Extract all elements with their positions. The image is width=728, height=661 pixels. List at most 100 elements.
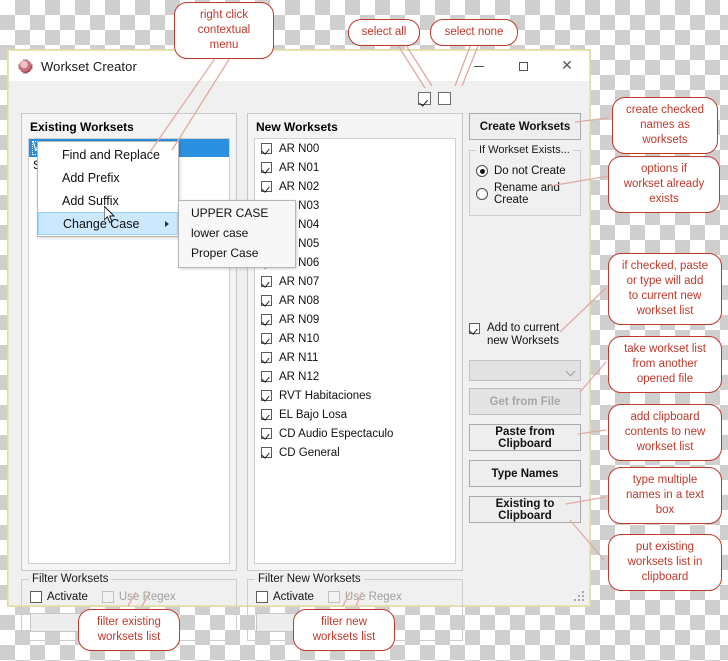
callout-options-if-exists: options if workset already exists bbox=[608, 156, 720, 213]
checkbox-label: Use Regex bbox=[118, 591, 176, 603]
filter-worksets-label: Filter Worksets bbox=[29, 573, 112, 585]
maximize-button[interactable] bbox=[501, 51, 545, 81]
checkbox-icon[interactable] bbox=[261, 162, 272, 173]
type-names-button[interactable]: Type Names bbox=[469, 460, 581, 487]
new-workset-label: AR N10 bbox=[279, 332, 320, 345]
new-workset-row[interactable]: AR N07 bbox=[255, 272, 455, 291]
checkbox-icon bbox=[101, 591, 114, 603]
resize-grip[interactable] bbox=[574, 591, 585, 602]
filter-new-worksets-checks: Activate Use Regex bbox=[256, 591, 402, 603]
new-workset-row[interactable]: AR N02 bbox=[255, 177, 455, 196]
callout-text: select none bbox=[444, 26, 504, 38]
new-workset-row[interactable]: CD General bbox=[255, 443, 455, 462]
new-workset-label: AR N00 bbox=[279, 142, 320, 155]
new-workset-row[interactable]: AR N09 bbox=[255, 310, 455, 329]
menu-item-add-prefix[interactable]: Add Prefix bbox=[38, 166, 178, 189]
select-none-checkbox[interactable] bbox=[438, 92, 451, 105]
get-from-file-button[interactable]: Get from File bbox=[469, 388, 581, 415]
menu-item-find-and-replace[interactable]: Find and Replace bbox=[38, 143, 178, 166]
new-workset-row[interactable]: AR N00 bbox=[255, 139, 455, 158]
filter-new-activate-checkbox[interactable]: Activate bbox=[256, 591, 314, 603]
callout-right-click-menu: right click contextual menu bbox=[174, 2, 274, 59]
actions-column: Create Worksets If Workset Exists... Do … bbox=[469, 113, 581, 523]
new-workset-row[interactable]: AR N10 bbox=[255, 329, 455, 348]
radio-label: Do not Create bbox=[494, 165, 566, 177]
filter-existing-regex-checkbox[interactable]: Use Regex bbox=[101, 591, 176, 603]
radio-rename-and-create[interactable]: Rename and Create bbox=[476, 182, 574, 206]
callout-filter-existing-list: filter existing worksets list bbox=[78, 609, 180, 651]
new-workset-label: AR N08 bbox=[279, 294, 320, 307]
minimize-button[interactable] bbox=[457, 51, 501, 81]
new-workset-label: EL Bajo Losa bbox=[279, 408, 347, 421]
checkbox-label: Activate bbox=[47, 591, 88, 603]
new-workset-label: AR N11 bbox=[279, 351, 319, 364]
menu-item-change-case-label: Change Case bbox=[63, 216, 140, 231]
close-button[interactable]: ✕ bbox=[545, 51, 589, 81]
add-to-current-checkbox[interactable]: Add to current new Worksets bbox=[469, 322, 581, 348]
select-all-checkbox[interactable] bbox=[418, 92, 431, 105]
radio-do-not-create[interactable]: Do not Create bbox=[476, 165, 574, 177]
chevron-right-icon bbox=[165, 221, 169, 227]
callout-text: put existing worksets list in clipboard bbox=[627, 541, 703, 583]
new-workset-row[interactable]: AR N12 bbox=[255, 367, 455, 386]
checkbox-icon[interactable] bbox=[261, 143, 272, 154]
if-workset-exists-group: If Workset Exists... Do not Create Renam… bbox=[469, 144, 581, 216]
callout-text: filter existing worksets list bbox=[97, 616, 161, 643]
window-titlebar[interactable]: Workset Creator ✕ bbox=[9, 51, 589, 81]
new-workset-row[interactable]: AR N01 bbox=[255, 158, 455, 177]
existing-to-clipboard-button[interactable]: Existing to Clipboard bbox=[469, 496, 581, 523]
filter-new-worksets-label: Filter New Worksets bbox=[255, 573, 364, 585]
new-workset-row[interactable]: RVT Habitaciones bbox=[255, 386, 455, 405]
menu-item-lower-case[interactable]: lower case bbox=[179, 223, 295, 243]
menu-item-upper-case[interactable]: UPPER CASE bbox=[179, 203, 295, 223]
new-workset-row[interactable]: AR N11 bbox=[255, 348, 455, 367]
callout-text: if checked, paste or type will add to cu… bbox=[621, 260, 709, 317]
checkbox-icon[interactable] bbox=[261, 295, 272, 306]
checkbox-icon[interactable] bbox=[261, 447, 272, 458]
callout-text: select all bbox=[361, 26, 407, 38]
checkbox-label: Use Regex bbox=[344, 591, 402, 603]
radio-label: Rename and Create bbox=[494, 182, 560, 206]
checkbox-icon bbox=[469, 323, 480, 334]
create-worksets-button[interactable]: Create Worksets bbox=[469, 113, 581, 140]
checkbox-icon[interactable] bbox=[261, 352, 272, 363]
filter-existing-activate-checkbox[interactable]: Activate bbox=[30, 591, 88, 603]
checkbox-icon[interactable] bbox=[261, 314, 272, 325]
new-workset-label: CD General bbox=[279, 446, 340, 459]
window-buttons: ✕ bbox=[457, 51, 589, 81]
checkbox-icon[interactable] bbox=[261, 371, 272, 382]
new-workset-label: AR N09 bbox=[279, 313, 320, 326]
mouse-cursor-icon bbox=[104, 206, 116, 224]
new-workset-label: AR N12 bbox=[279, 370, 320, 383]
callout-add-clipboard: add clipboard contents to new workset li… bbox=[608, 404, 722, 461]
checkbox-icon[interactable] bbox=[261, 428, 272, 439]
add-to-current-label: Add to current new Worksets bbox=[487, 322, 559, 348]
workset-creator-window: Workset Creator ✕ Existing Worksets Work… bbox=[8, 50, 590, 641]
new-workset-row[interactable]: AR N08 bbox=[255, 291, 455, 310]
new-worksets-title: New Worksets bbox=[256, 120, 338, 134]
select-toggles bbox=[418, 92, 451, 105]
new-workset-row[interactable]: CD Audio Espectaculo bbox=[255, 424, 455, 443]
checkbox-icon[interactable] bbox=[261, 276, 272, 287]
callout-select-none: select none bbox=[430, 19, 518, 46]
menu-item-proper-case[interactable]: Proper Case bbox=[179, 243, 295, 263]
checkbox-icon[interactable] bbox=[261, 333, 272, 344]
paste-from-clipboard-button[interactable]: Paste from Clipboard bbox=[469, 424, 581, 451]
checkbox-icon[interactable] bbox=[261, 390, 272, 401]
callout-take-from-another-file: take workset list from another opened fi… bbox=[608, 336, 722, 393]
existing-worksets-title: Existing Worksets bbox=[30, 120, 134, 134]
filter-new-regex-checkbox[interactable]: Use Regex bbox=[327, 591, 402, 603]
radio-icon bbox=[476, 188, 488, 200]
new-workset-row[interactable]: EL Bajo Losa bbox=[255, 405, 455, 424]
checkbox-icon[interactable] bbox=[261, 181, 272, 192]
checkbox-label: Activate bbox=[273, 591, 314, 603]
add-to-current-line1: Add to current bbox=[487, 322, 560, 334]
checkbox-icon bbox=[256, 591, 268, 603]
revit-app-icon bbox=[18, 58, 33, 74]
callout-select-all: select all bbox=[348, 19, 420, 46]
callout-text: options if workset already exists bbox=[623, 163, 705, 205]
source-file-combobox[interactable] bbox=[469, 360, 581, 381]
callout-text: type multiple names in a text box bbox=[626, 474, 704, 516]
checkbox-icon[interactable] bbox=[261, 409, 272, 420]
callout-put-existing-clipboard: put existing worksets list in clipboard bbox=[608, 534, 722, 591]
